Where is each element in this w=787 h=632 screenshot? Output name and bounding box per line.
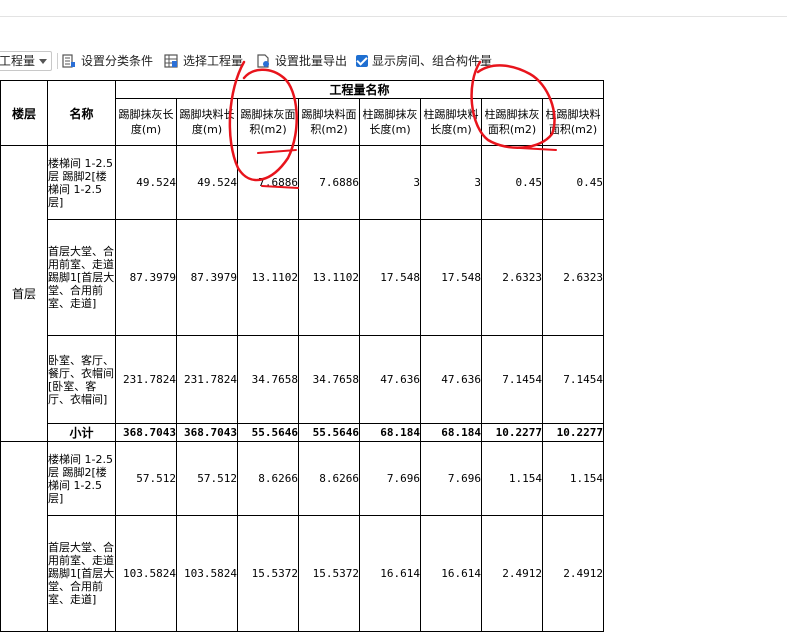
value-cell: 0.45: [542, 145, 604, 220]
subtotal-cell: 368.7043: [176, 423, 238, 442]
floor-cell: 首层: [0, 145, 48, 442]
value-cell: 49.524: [176, 145, 238, 220]
value-cell: 1.154: [481, 441, 543, 516]
value-cell: 103.5824: [115, 515, 177, 632]
name-column-header[interactable]: 名称: [47, 80, 116, 146]
value-cell: 34.7658: [237, 335, 299, 424]
column-header[interactable]: 柱踢脚块料面积(m2): [542, 98, 604, 146]
export-icon: [256, 54, 270, 68]
value-cell: 231.7824: [176, 335, 238, 424]
column-header[interactable]: 踢脚块料长度(m): [176, 98, 238, 146]
name-cell: 首层大堂、合用前室、走道 踢脚1[首层大堂、合用前室、走道]: [47, 219, 116, 336]
value-cell: 47.636: [359, 335, 421, 424]
value-cell: 15.5372: [298, 515, 360, 632]
floor-column-header[interactable]: 楼层: [0, 80, 48, 146]
column-header[interactable]: 柱踢脚块料长度(m): [420, 98, 482, 146]
chevron-down-icon: [39, 59, 48, 64]
quantity-group-header: 工程量名称: [115, 80, 604, 99]
batch-export-label: 设置批量导出: [275, 54, 348, 68]
show-rooms-label: 显示房间、组合构件量: [372, 54, 493, 68]
toolbar: 工程量 设置分类条件 选择工程量 设置批量导出 显示房间、组合构件量: [0, 48, 787, 74]
value-cell: 17.548: [359, 219, 421, 336]
show-rooms-checkbox[interactable]: 显示房间、组合构件量: [356, 51, 492, 71]
batch-export-button[interactable]: 设置批量导出: [256, 51, 347, 71]
subtotal-cell: 10.2277: [481, 423, 543, 442]
quantity-dropdown-label: 工程量: [0, 54, 36, 68]
quantity-dropdown[interactable]: 工程量: [0, 51, 53, 71]
grid-select-icon: [164, 54, 178, 68]
subtotal-cell: 68.184: [420, 423, 482, 442]
value-cell: 7.696: [359, 441, 421, 516]
value-cell: 57.512: [176, 441, 238, 516]
value-cell: 8.6266: [298, 441, 360, 516]
subtotal-label: 小计: [47, 423, 116, 442]
table-row[interactable]: 首层大堂、合用前室、走道 踢脚1[首层大堂、合用前室、走道] 103.5824 …: [1, 515, 604, 632]
value-cell: 49.524: [115, 145, 177, 220]
select-quantity-label: 选择工程量: [183, 54, 244, 68]
classification-icon: [62, 54, 76, 68]
value-cell: 7.1454: [481, 335, 543, 424]
value-cell: 2.4912: [542, 515, 604, 632]
set-classification-button[interactable]: 设置分类条件: [62, 51, 153, 71]
checkbox-checked-icon[interactable]: [356, 55, 368, 67]
table-row[interactable]: 首层大堂、合用前室、走道 踢脚1[首层大堂、合用前室、走道] 87.3979 8…: [1, 219, 604, 336]
subtotal-cell: 55.5646: [237, 423, 299, 442]
value-cell: 13.1102: [237, 219, 299, 336]
value-cell: 2.6323: [542, 219, 604, 336]
value-cell: 2.6323: [481, 219, 543, 336]
name-cell: 楼梯间 1-2.5层 踢脚2[楼梯间 1-2.5层]: [47, 145, 116, 220]
value-cell: 3: [359, 145, 421, 220]
value-cell: 7.696: [420, 441, 482, 516]
set-classification-label: 设置分类条件: [81, 54, 154, 68]
subtotal-cell: 368.7043: [115, 423, 177, 442]
value-cell: 87.3979: [176, 219, 238, 336]
value-cell: 16.614: [420, 515, 482, 632]
value-cell: 15.5372: [237, 515, 299, 632]
value-cell: 7.6886: [237, 145, 299, 220]
value-cell: 13.1102: [298, 219, 360, 336]
value-cell: 57.512: [115, 441, 177, 516]
value-cell: 231.7824: [115, 335, 177, 424]
value-cell: 34.7658: [298, 335, 360, 424]
name-cell: 卧室、客厅、餐厅、衣帽间[卧室、客厅、衣帽间]: [47, 335, 116, 424]
value-cell: 47.636: [420, 335, 482, 424]
column-header[interactable]: 柱踢脚抹灰长度(m): [359, 98, 421, 146]
table-row[interactable]: 首层 楼梯间 1-2.5层 踢脚2[楼梯间 1-2.5层] 49.524 49.…: [0, 145, 604, 442]
select-quantity-button[interactable]: 选择工程量: [164, 51, 243, 71]
floor-cell: [0, 441, 48, 632]
quantity-table: 楼层 名称 工程量名称 踢脚抹灰长度(m) 踢脚块料长度(m) 踢脚抹灰面积(m…: [0, 80, 604, 632]
value-cell: 7.6886: [298, 145, 360, 220]
value-cell: 0.45: [481, 145, 543, 220]
column-header[interactable]: 柱踢脚抹灰面积(m2): [481, 98, 543, 146]
value-cell: 7.1454: [542, 335, 604, 424]
window-top-border: [0, 16, 787, 17]
value-cell: 16.614: [359, 515, 421, 632]
value-cell: 3: [420, 145, 482, 220]
name-cell: 楼梯间 1-2.5层 踢脚2[楼梯间 1-2.5层]: [47, 441, 116, 516]
table-row[interactable]: 楼梯间 1-2.5层 踢脚2[楼梯间 1-2.5层] 57.512 57.512…: [0, 441, 604, 632]
value-cell: 1.154: [542, 441, 604, 516]
subtotal-row[interactable]: 小计 368.7043 368.7043 55.5646 55.5646 68.…: [1, 423, 604, 442]
subtotal-cell: 68.184: [359, 423, 421, 442]
column-header[interactable]: 踢脚抹灰长度(m): [115, 98, 177, 146]
table-row[interactable]: 卧室、客厅、餐厅、衣帽间[卧室、客厅、衣帽间] 231.7824 231.782…: [1, 335, 604, 424]
value-cell: 87.3979: [115, 219, 177, 336]
column-header[interactable]: 踢脚抹灰面积(m2): [237, 98, 299, 146]
name-cell: 首层大堂、合用前室、走道 踢脚1[首层大堂、合用前室、走道]: [47, 515, 116, 632]
value-cell: 103.5824: [176, 515, 238, 632]
subtotal-cell: 55.5646: [298, 423, 360, 442]
value-cell: 8.6266: [237, 441, 299, 516]
subtotal-cell: 10.2277: [542, 423, 604, 442]
column-header[interactable]: 踢脚块料面积(m2): [298, 98, 360, 146]
value-cell: 2.4912: [481, 515, 543, 632]
value-cell: 17.548: [420, 219, 482, 336]
toolbar-divider: [57, 53, 58, 69]
